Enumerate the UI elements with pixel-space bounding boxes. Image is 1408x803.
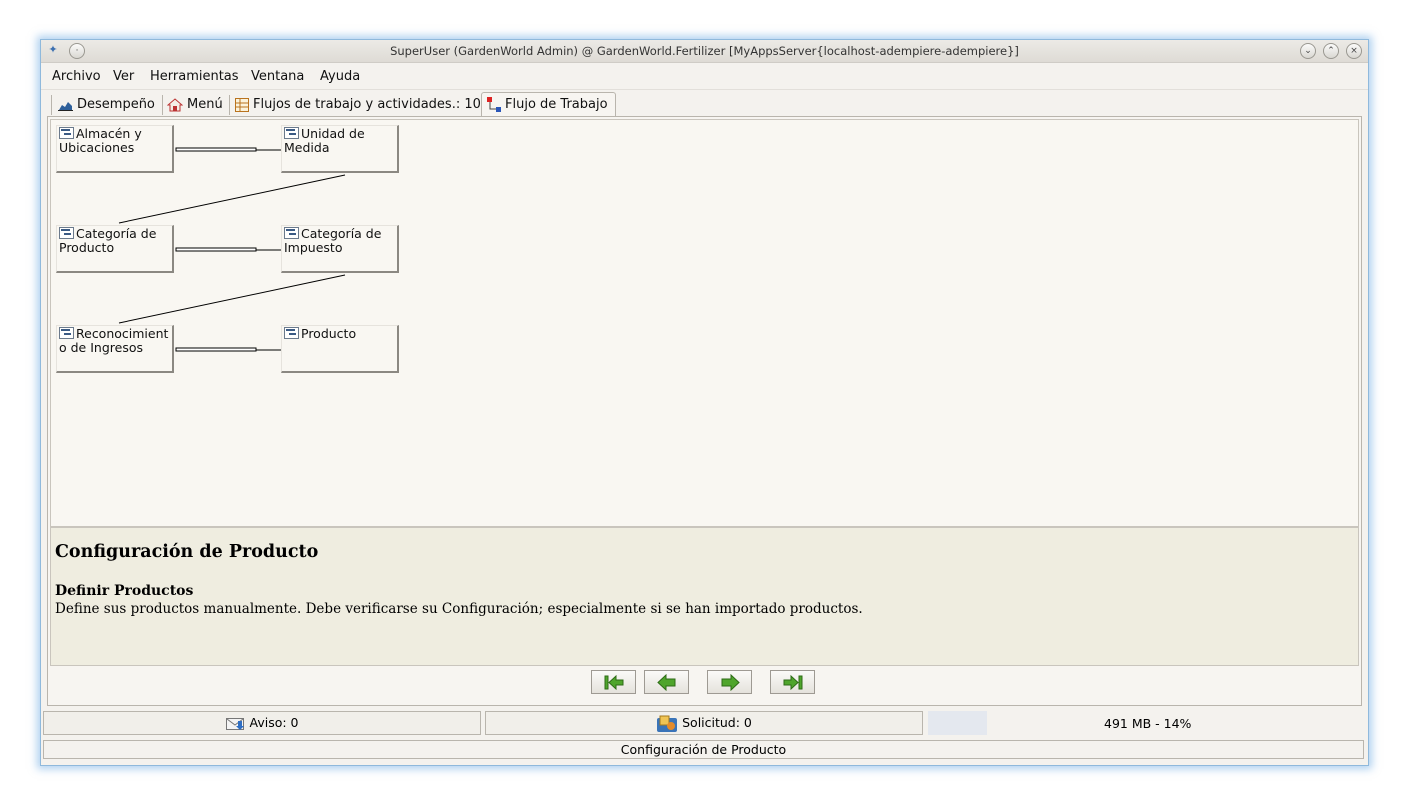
- window-icon: [59, 127, 74, 139]
- footer-status: Configuración de Producto: [43, 740, 1364, 759]
- last-button[interactable]: [770, 670, 815, 694]
- window-title: SuperUser (GardenWorld Admin) @ GardenWo…: [390, 44, 1019, 58]
- tab-flujo-de-trabajo[interactable]: Flujo de Trabajo: [481, 92, 616, 116]
- first-button[interactable]: [591, 670, 636, 694]
- table-icon: [235, 97, 249, 112]
- description-panel: Configuración de Producto Definir Produc…: [50, 527, 1359, 666]
- window-icon: [284, 227, 299, 239]
- close-icon[interactable]: ×: [1346, 43, 1362, 59]
- window-icon: [59, 227, 74, 239]
- window-icon: [284, 127, 299, 139]
- workflow-node[interactable]: Producto: [281, 325, 399, 373]
- next-button[interactable]: [707, 670, 752, 694]
- tab-flujos-actividades[interactable]: Flujos de trabajo y actividades.: 10: [229, 95, 481, 115]
- workflow-node[interactable]: Unidad de Medida: [281, 125, 399, 173]
- previous-icon: [657, 674, 676, 691]
- description-subtitle: Definir Productos: [55, 583, 194, 599]
- workflow-node[interactable]: Categoría de Producto: [56, 225, 174, 273]
- tab-desempeno[interactable]: Desempeño: [51, 95, 155, 115]
- tab-menu[interactable]: Menú: [162, 95, 223, 115]
- menu-bar: Archivo Ver Herramientas Ventana Ayuda: [41, 63, 1368, 89]
- workflow-icon: [487, 96, 501, 112]
- tab-label: Flujos de trabajo y actividades.: 10: [253, 97, 481, 112]
- first-icon: [604, 674, 624, 691]
- menu-ayuda[interactable]: Ayuda: [320, 69, 360, 84]
- description-text: Define sus productos manualmente. Debe v…: [55, 601, 863, 617]
- description-title: Configuración de Producto: [55, 542, 319, 562]
- next-icon: [721, 674, 740, 691]
- chart-icon: [58, 101, 73, 111]
- menu-ventana[interactable]: Ventana: [251, 69, 304, 84]
- home-icon: [167, 97, 183, 111]
- notice-status[interactable]: Aviso: 0: [43, 711, 481, 735]
- workflow-node[interactable]: Reconocimiento de Ingresos: [56, 325, 174, 373]
- previous-button[interactable]: [644, 670, 689, 694]
- menu-ver[interactable]: Ver: [113, 69, 134, 84]
- mail-icon: [225, 717, 244, 730]
- window-icon: [284, 327, 299, 339]
- window-icon: [59, 327, 74, 339]
- workflow-node[interactable]: Categoría de Impuesto: [281, 225, 399, 273]
- request-icon: [657, 715, 678, 732]
- menu-herramientas[interactable]: Herramientas: [150, 69, 239, 84]
- status-bar: Aviso: 0 Solicitud: 0 491 MB - 14%: [41, 710, 1368, 738]
- tab-bar: Desempeño Menú Flujos de trabajo y activ…: [41, 89, 1368, 117]
- application-window: ✦ · SuperUser (GardenWorld Admin) @ Gard…: [40, 39, 1369, 766]
- memory-status: 491 MB - 14%: [1104, 716, 1192, 731]
- workflow-node[interactable]: Almacén y Ubicaciones: [56, 125, 174, 173]
- workflow-panel: Almacén y Ubicaciones Unidad de Medida C…: [47, 116, 1362, 706]
- last-icon: [783, 674, 803, 691]
- request-status[interactable]: Solicitud: 0: [485, 711, 923, 735]
- memory-gauge: [928, 711, 987, 735]
- maximize-icon[interactable]: ⌃: [1323, 43, 1339, 59]
- tab-label: Flujo de Trabajo: [505, 97, 608, 112]
- minimize-icon[interactable]: ⌄: [1300, 43, 1316, 59]
- title-bar: ✦ · SuperUser (GardenWorld Admin) @ Gard…: [41, 40, 1368, 63]
- tab-label: Menú: [187, 97, 223, 112]
- tab-label: Desempeño: [77, 97, 155, 112]
- workflow-connectors: [118, 147, 346, 352]
- menu-archivo[interactable]: Archivo: [52, 69, 101, 84]
- workflow-graph: Almacén y Ubicaciones Unidad de Medida C…: [50, 119, 1359, 527]
